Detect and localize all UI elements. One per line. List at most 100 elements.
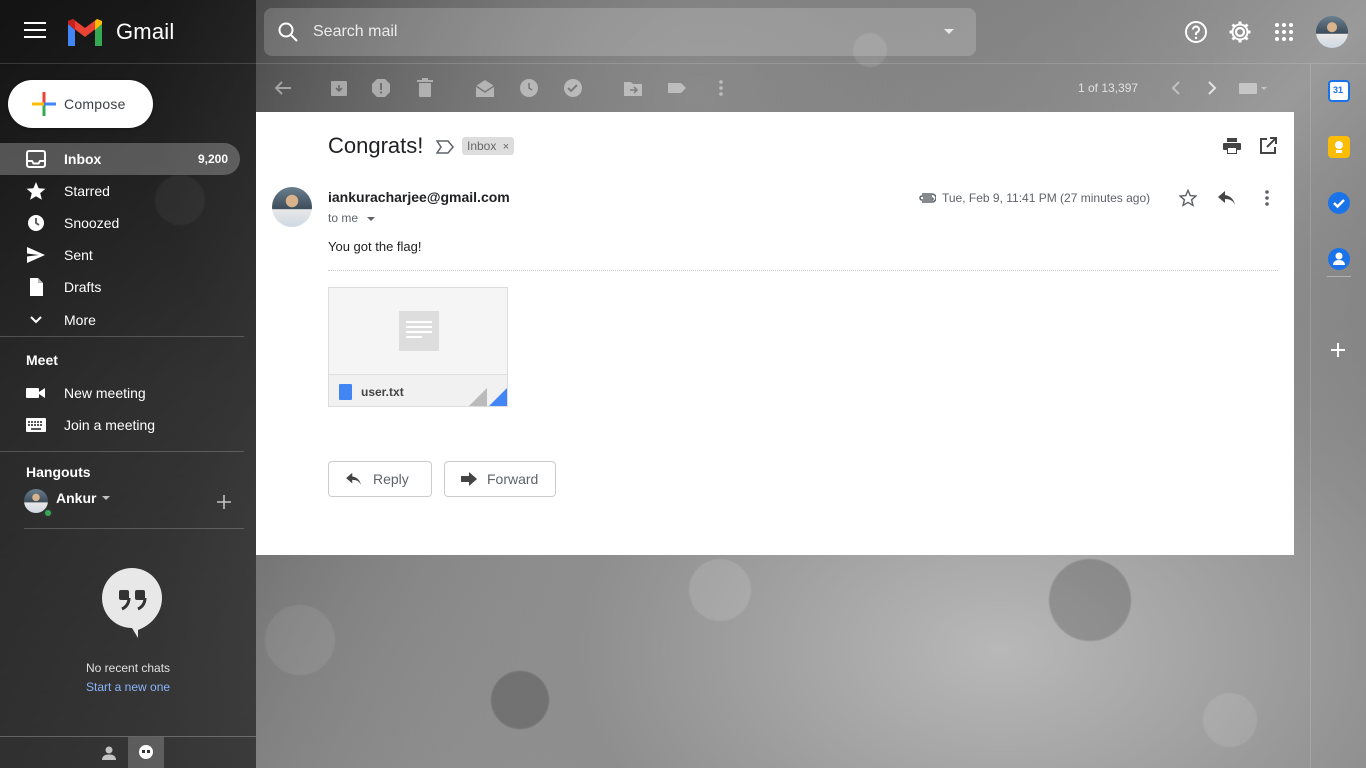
side-panel: 31 (1310, 64, 1366, 768)
get-addons-plus-icon[interactable] (1330, 342, 1346, 358)
sidebar-item-label: Sent (64, 247, 93, 263)
snooze-clock-icon[interactable] (519, 78, 539, 98)
recipient-details[interactable]: to me (328, 211, 376, 225)
account-avatar[interactable] (1316, 16, 1348, 48)
older-chevron-right-icon[interactable] (1202, 78, 1222, 98)
contacts-icon[interactable] (1328, 248, 1350, 270)
app-name: Gmail (116, 19, 175, 44)
reply-arrow-icon[interactable] (1218, 190, 1236, 206)
hangouts-user-name: Ankur (56, 490, 97, 506)
forward-icon (461, 472, 477, 486)
top-bar: Gmail (0, 0, 1366, 64)
reply-icon (346, 472, 361, 486)
add-hangout-icon[interactable] (216, 494, 232, 510)
label-tag-icon[interactable] (667, 78, 687, 98)
inbox-icon (26, 150, 46, 168)
sidebar-item-snoozed[interactable]: Snoozed (0, 207, 240, 239)
keep-notes-icon[interactable] (1328, 136, 1350, 158)
remove-label-icon[interactable]: × (503, 141, 509, 153)
status-dropdown-icon[interactable] (102, 496, 111, 500)
contacts-person-icon[interactable] (101, 745, 117, 761)
back-arrow-icon[interactable] (273, 78, 293, 98)
sender-email[interactable]: iankuracharjee@gmail.com (328, 189, 510, 205)
sidebar-item-label: Starred (64, 183, 110, 199)
hangouts-quote-icon (102, 568, 162, 638)
add-to-tasks-icon[interactable] (563, 78, 583, 98)
print-icon[interactable] (1223, 138, 1241, 154)
reply-button[interactable]: Reply (328, 461, 432, 497)
sender-avatar[interactable] (272, 187, 312, 227)
message-toolbar: 1 of 13,397 (256, 64, 1294, 112)
inbox-label-chip: Inbox × (462, 137, 515, 155)
message-position-count: 1 of 13,397 (1078, 81, 1139, 95)
email-subject: Congrats! (328, 133, 424, 158)
chevron-down-icon (30, 316, 42, 324)
inbox-count: 9,200 (197, 152, 228, 166)
move-to-folder-icon[interactable] (623, 78, 643, 98)
hangouts-chat-icon (139, 745, 153, 759)
join-meeting-item[interactable]: Join a meeting (0, 409, 240, 441)
tasks-icon[interactable] (1328, 192, 1350, 214)
report-spam-icon[interactable] (371, 78, 391, 98)
keyboard-icon (26, 418, 46, 432)
divider (0, 451, 244, 452)
archive-icon[interactable] (329, 78, 349, 98)
compose-label: Compose (64, 96, 126, 112)
more-actions-icon[interactable] (1264, 189, 1270, 207)
label-chip-text: Inbox (467, 139, 497, 153)
hangouts-user[interactable]: Ankur (24, 489, 111, 518)
hangouts-tab[interactable] (128, 737, 164, 768)
recipient-text: to me (328, 211, 359, 225)
search-icon[interactable] (276, 20, 300, 44)
video-camera-icon (26, 388, 45, 398)
search-options-icon[interactable] (944, 29, 954, 34)
email-date: Tue, Feb 9, 11:41 PM (27 minutes ago) (942, 191, 1151, 205)
input-tools-keyboard-icon[interactable] (1238, 78, 1268, 98)
search-input[interactable] (313, 23, 913, 41)
clock-icon (28, 215, 44, 231)
page-fold-shadow (467, 388, 487, 406)
sidebar-item-drafts[interactable]: Drafts (0, 271, 240, 303)
apps-grid-icon[interactable] (1270, 18, 1298, 46)
hangouts-section-title: Hangouts (26, 464, 91, 480)
gmail-m-icon (68, 19, 102, 46)
star-outline-icon[interactable] (1179, 189, 1197, 207)
settings-gear-icon[interactable] (1226, 18, 1254, 46)
send-icon (27, 247, 45, 263)
importance-marker-icon[interactable] (436, 140, 454, 154)
show-details-icon[interactable] (367, 216, 376, 221)
newer-chevron-left-icon[interactable] (1166, 78, 1186, 98)
start-new-chat-link[interactable]: Start a new one (86, 680, 170, 694)
star-icon (26, 182, 46, 200)
attachment-footer: user.txt (329, 374, 507, 406)
help-icon[interactable] (1182, 18, 1210, 46)
sidebar-item-sent[interactable]: Sent (0, 239, 240, 271)
calendar-icon[interactable]: 31 (1328, 80, 1350, 102)
attachments-divider (328, 270, 1278, 271)
compose-plus-icon (32, 92, 56, 116)
page-fold-corner (487, 388, 507, 406)
new-meeting-item[interactable]: New meeting (0, 377, 240, 409)
attachment-paperclip-icon (919, 193, 936, 203)
document-preview-icon (399, 311, 439, 351)
forward-button[interactable]: Forward (444, 461, 556, 497)
gmail-logo[interactable]: Gmail (66, 18, 174, 46)
open-new-window-icon[interactable] (1259, 137, 1277, 155)
main-menu-icon[interactable] (24, 22, 46, 40)
attachment-card[interactable]: user.txt (328, 287, 508, 407)
sidebar-item-more[interactable]: More (0, 304, 240, 336)
attachment-preview (329, 288, 507, 374)
text-file-icon (339, 384, 352, 400)
compose-button[interactable]: Compose (8, 80, 153, 128)
search-bar[interactable] (264, 8, 976, 56)
online-status-dot (43, 508, 53, 518)
forward-label: Forward (487, 471, 539, 487)
sidebar-item-label: Snoozed (64, 215, 120, 231)
mark-unread-icon[interactable] (475, 78, 495, 98)
sidebar-item-inbox[interactable]: Inbox 9,200 (0, 143, 240, 175)
more-options-icon[interactable] (711, 78, 731, 98)
sidebar-item-label: Inbox (64, 151, 102, 167)
sidebar-item-starred[interactable]: Starred (0, 175, 240, 207)
sidebar-item-label: Drafts (64, 279, 102, 295)
delete-trash-icon[interactable] (415, 78, 435, 98)
